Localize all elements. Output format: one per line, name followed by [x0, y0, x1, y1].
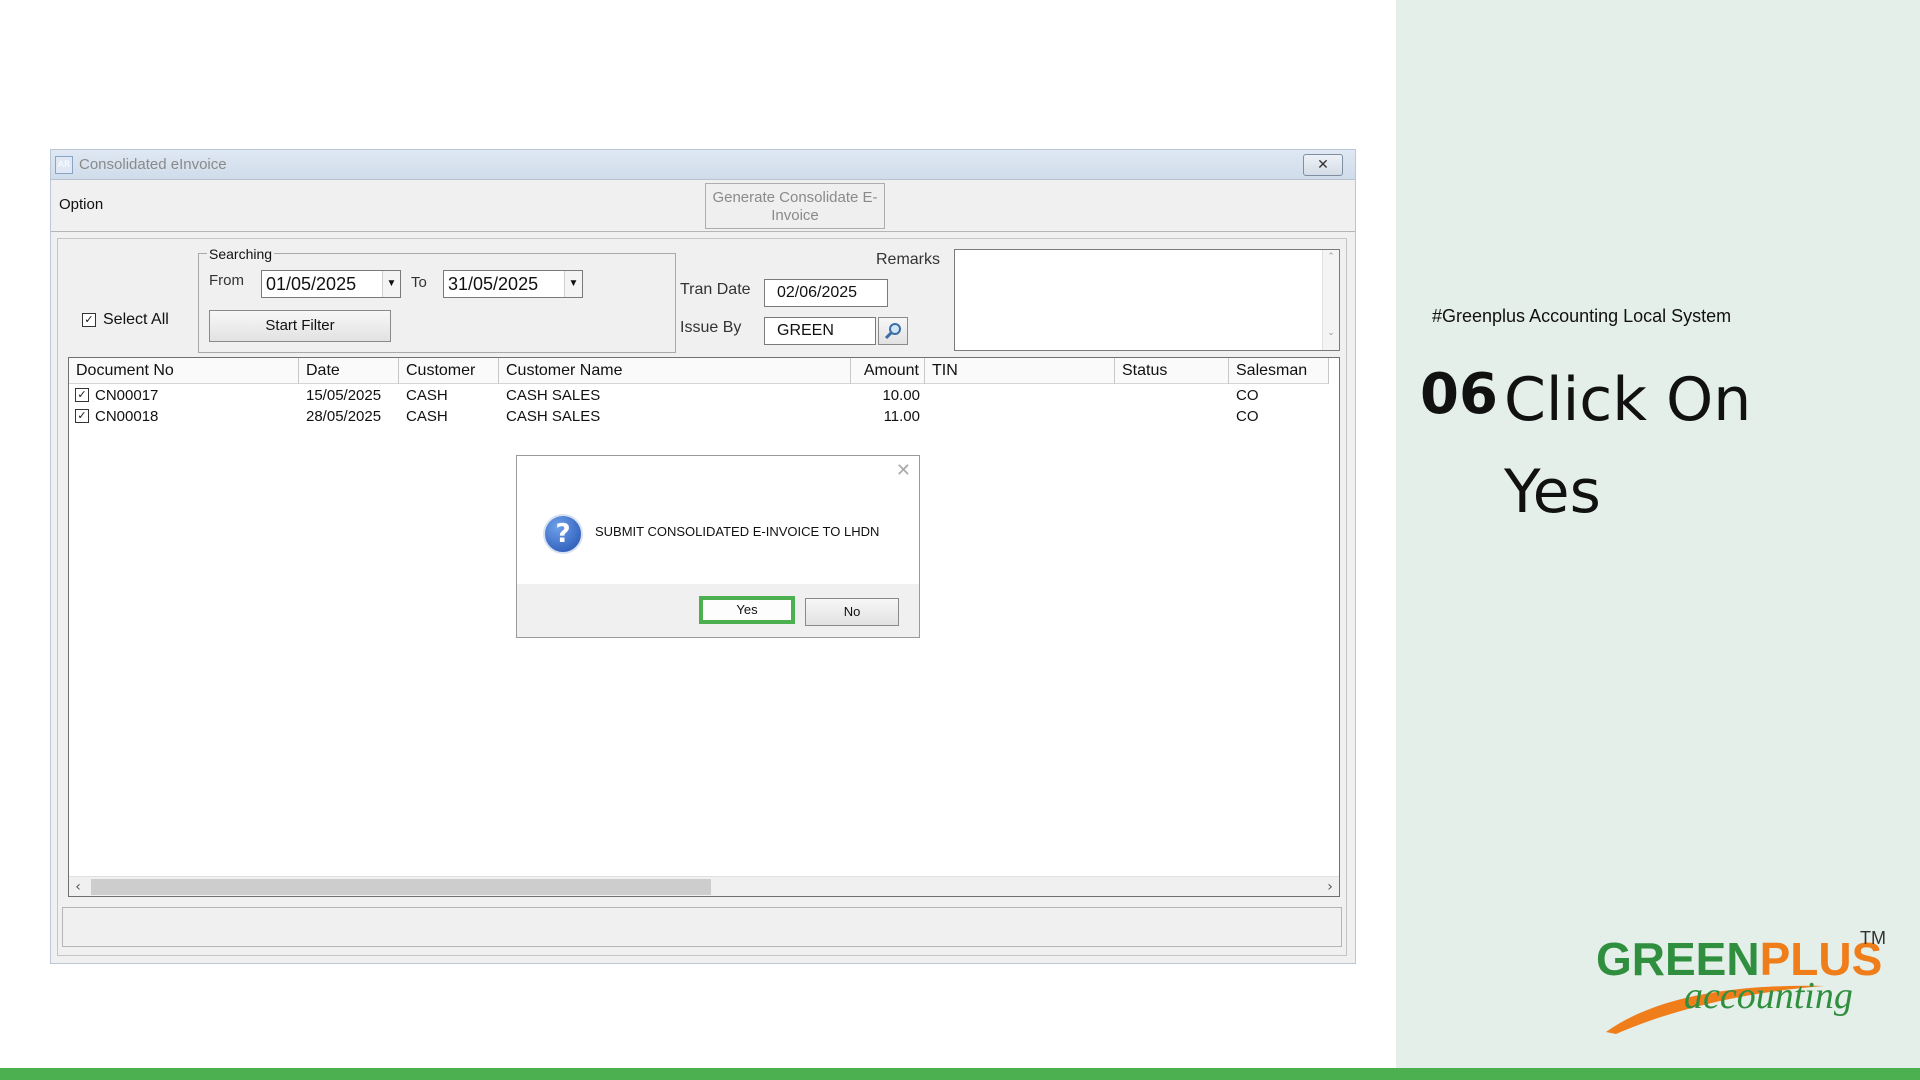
- scrollbar-thumb[interactable]: [91, 879, 711, 895]
- remarks-textarea[interactable]: ⌃ ⌄: [954, 249, 1340, 351]
- row-checkbox[interactable]: ✓: [75, 388, 89, 402]
- tagline: #Greenplus Accounting Local System: [1432, 306, 1732, 326]
- step-number: 06: [1420, 362, 1498, 427]
- cell-customer-name: CASH SALES: [506, 387, 601, 404]
- column-header[interactable]: Customer Name: [499, 358, 851, 384]
- select-all-checkbox[interactable]: ✓: [82, 313, 96, 327]
- step-text: Click On Yes: [1504, 365, 1752, 527]
- chevron-up-icon[interactable]: ⌃: [1323, 252, 1339, 262]
- cell-salesman: CO: [1236, 387, 1259, 404]
- logo-trademark: TM: [1860, 928, 1886, 948]
- cell-customer: CASH: [406, 408, 448, 425]
- dialog-message: SUBMIT CONSOLIDATED E-INVOICE TO LHDN: [595, 524, 880, 539]
- cell-amount: 10.00: [882, 387, 920, 404]
- chevron-down-icon[interactable]: ⌄: [1323, 328, 1339, 338]
- cell-amount: 11.00: [883, 408, 920, 425]
- column-header[interactable]: Salesman: [1229, 358, 1329, 384]
- from-date-combo[interactable]: 01/05/2025 ▼: [261, 270, 401, 298]
- cell-salesman: CO: [1236, 408, 1259, 425]
- cell-customer: CASH: [406, 387, 448, 404]
- column-header[interactable]: Amount: [851, 358, 925, 384]
- slide: AR Consolidated eInvoice ✕ Option Genera…: [0, 0, 1920, 1080]
- to-date-combo[interactable]: 31/05/2025 ▼: [443, 270, 583, 298]
- column-header[interactable]: TIN: [925, 358, 1115, 384]
- lookup-button[interactable]: [878, 317, 908, 345]
- dialog-footer: Yes No: [517, 584, 919, 637]
- row-checkbox[interactable]: ✓: [75, 409, 89, 423]
- title-bar: AR Consolidated eInvoice ✕: [51, 150, 1355, 180]
- issue-by-field[interactable]: GREEN: [764, 317, 876, 345]
- chevron-down-icon[interactable]: ▼: [382, 271, 400, 297]
- generate-consolidate-button[interactable]: Generate Consolidate E-Invoice: [705, 183, 885, 229]
- magnifier-icon: [884, 323, 901, 340]
- tran-date-label: Tran Date: [680, 281, 751, 298]
- from-label: From: [209, 272, 244, 289]
- greenplus-logo: GREENPLUS TM accounting: [1596, 926, 1896, 1036]
- issue-by-label: Issue By: [680, 319, 742, 336]
- chevron-left-icon[interactable]: ‹: [69, 877, 87, 897]
- logo-subtitle: accounting: [1684, 975, 1853, 1017]
- column-header[interactable]: Date: [299, 358, 399, 384]
- confirm-dialog: ✕ ? SUBMIT CONSOLIDATED E-INVOICE TO LHD…: [516, 455, 920, 638]
- close-icon[interactable]: ✕: [896, 460, 911, 481]
- bottom-accent-bar: [0, 1068, 1920, 1080]
- cell-date: 28/05/2025: [306, 408, 382, 425]
- searching-legend: Searching: [207, 246, 275, 262]
- from-date-value: 01/05/2025: [266, 274, 357, 294]
- instruction-panel: #Greenplus Accounting Local System 06 Cl…: [1396, 0, 1920, 1068]
- cell-date: 15/05/2025: [306, 387, 382, 404]
- grid-header: Document No Date Customer Customer Name …: [69, 358, 1329, 384]
- select-all[interactable]: ✓ Select All: [82, 311, 169, 329]
- question-icon: ?: [543, 514, 583, 554]
- chevron-right-icon[interactable]: ›: [1321, 877, 1339, 897]
- close-icon: ✕: [1317, 157, 1329, 173]
- cell-customer-name: CASH SALES: [506, 408, 601, 425]
- remarks-scrollbar[interactable]: ⌃ ⌄: [1322, 250, 1339, 350]
- horizontal-scrollbar[interactable]: ‹ ›: [69, 876, 1339, 896]
- window-title: Consolidated eInvoice: [79, 156, 227, 173]
- option-label: Option: [59, 196, 104, 213]
- select-all-label: Select All: [103, 311, 169, 328]
- column-header[interactable]: Status: [1115, 358, 1229, 384]
- column-header[interactable]: Customer: [399, 358, 499, 384]
- cell-doc-no: CN00018: [95, 408, 159, 425]
- to-date-value: 31/05/2025: [448, 274, 539, 294]
- option-bar: Option Generate Consolidate E-Invoice: [51, 180, 1355, 232]
- window-close-button[interactable]: ✕: [1303, 154, 1343, 176]
- to-label: To: [411, 274, 427, 291]
- searching-group: Searching From 01/05/2025 ▼ To 31/05/202…: [198, 246, 676, 353]
- yes-button[interactable]: Yes: [699, 596, 795, 624]
- tran-date-field[interactable]: 02/06/2025: [764, 279, 888, 307]
- column-header[interactable]: Document No: [69, 358, 299, 384]
- app-icon: AR: [55, 155, 73, 174]
- chevron-down-icon[interactable]: ▼: [564, 271, 582, 297]
- no-button[interactable]: No: [805, 598, 899, 626]
- cell-doc-no: CN00017: [95, 387, 159, 404]
- status-bar: [62, 907, 1342, 947]
- remarks-label: Remarks: [876, 251, 941, 268]
- start-filter-button[interactable]: Start Filter: [209, 310, 391, 342]
